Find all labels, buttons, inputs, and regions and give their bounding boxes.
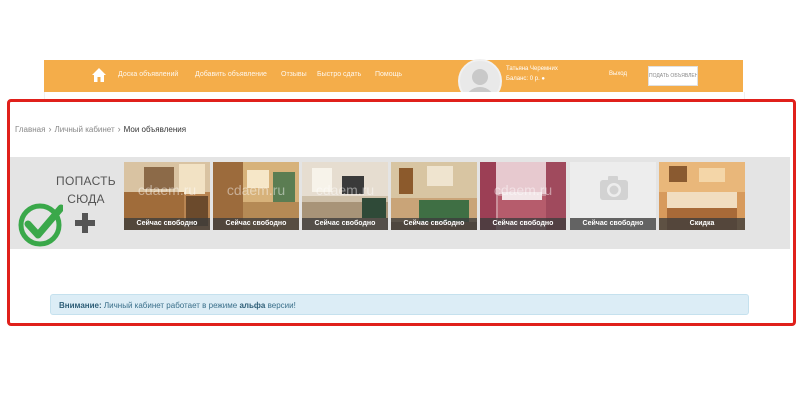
listing-card[interactable]: cdaem.ru Сейчас свободно (213, 162, 299, 230)
listing-status: Сейчас свободно (480, 218, 566, 230)
listing-status: Сейчас свободно (570, 218, 656, 230)
watermark: cdaem.ru (315, 182, 375, 198)
listing-status: Скидка (659, 218, 745, 230)
alpha-alert: Внимание: Личный кабинет работает в режи… (50, 294, 749, 315)
listing-status: Сейчас свободно (302, 218, 388, 230)
alert-label: Внимание: (59, 301, 102, 310)
nav-item-add-listing[interactable]: Добавить объявление (195, 71, 267, 78)
exit-link[interactable]: Выход (609, 71, 627, 77)
user-balance: Баланс: 0 р. ● (506, 76, 546, 82)
nav-item-reviews[interactable]: Отзывы (281, 71, 307, 78)
nav-item-quick-rent[interactable]: Быстро сдать (317, 71, 361, 78)
add-listing-button[interactable]: ПОДАТЬ ОБЪЯВЛЕНИЕ (648, 66, 698, 86)
listing-card[interactable]: Сейчас свободно (391, 162, 477, 230)
chevron-right-icon: › (117, 124, 121, 134)
plus-icon[interactable] (74, 212, 96, 234)
breadcrumb-cabinet[interactable]: Личный кабинет (54, 125, 114, 134)
user-name[interactable]: Татьяна Черемних (506, 66, 558, 72)
breadcrumb-current: Мои объявления (123, 125, 187, 134)
listing-card[interactable]: cdaem.ru Сейчас свободно (480, 162, 566, 230)
listing-status: Сейчас свободно (213, 218, 299, 230)
listing-card[interactable]: Сейчас свободно (570, 162, 656, 230)
checkmark-icon (18, 203, 63, 247)
listing-card[interactable]: cdaem.ru Сейчас свободно (124, 162, 210, 230)
watermark: cdaem.ru (137, 182, 197, 198)
alert-emphasis: альфа (239, 301, 266, 310)
breadcrumb: Главная › Личный кабинет › Мои объявления (15, 124, 186, 134)
chevron-right-icon: › (48, 124, 52, 134)
listing-status: Сейчас свободно (124, 218, 210, 230)
listing-status: Сейчас свободно (391, 218, 477, 230)
breadcrumb-home[interactable]: Главная (15, 125, 45, 134)
watermark: cdaem.ru (493, 182, 553, 198)
watermark: cdaem.ru (226, 182, 286, 198)
site-header: Доска объявлений Добавить объявление Отз… (44, 59, 743, 103)
promo-line-1: ПОПАСТЬ (56, 174, 116, 188)
nav-item-help[interactable]: Помощь (375, 71, 402, 78)
nav-item-board[interactable]: Доска объявлений (118, 71, 178, 78)
alert-text-end: версии! (267, 301, 296, 310)
alert-text: Личный кабинет работает в режиме (103, 301, 238, 310)
home-icon[interactable] (91, 67, 107, 83)
listing-card[interactable]: cdaem.ru Сейчас свободно (302, 162, 388, 230)
listing-card[interactable]: Скидка (659, 162, 745, 230)
